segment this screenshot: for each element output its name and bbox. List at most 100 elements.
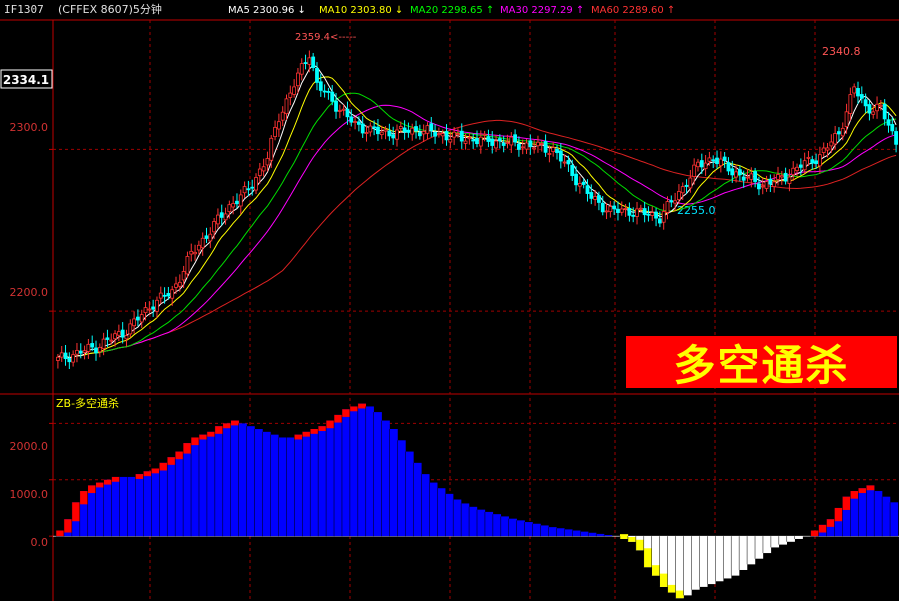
candle-body	[856, 88, 860, 97]
candle-body	[665, 201, 670, 213]
candle-body	[688, 177, 693, 189]
indicator-bar-edge	[341, 409, 351, 417]
candle-body	[334, 100, 338, 112]
high-annotation-right: 2340.8	[822, 45, 861, 58]
ma-legend: MA5 2300.96 ↓ MA10 2303.80 ↓ MA20 2298.65 …	[228, 5, 675, 16]
candle-body	[341, 108, 346, 111]
indicator-bar-edge	[635, 539, 645, 551]
candle-body	[543, 141, 548, 153]
indicator-bar	[667, 536, 676, 593]
candle-body	[505, 142, 510, 144]
candle-body	[265, 158, 270, 166]
candle-body	[299, 63, 304, 75]
candle-body	[608, 206, 613, 212]
indicator-bar-edge	[643, 548, 652, 568]
indicator-bar	[778, 536, 787, 545]
candle-body	[490, 138, 495, 146]
indicator-bar-edge	[834, 507, 843, 522]
indicator-bar-edge	[183, 443, 192, 454]
indicator-bar	[548, 527, 557, 537]
indicator-bar-edge	[326, 420, 335, 429]
indicator-bar	[103, 479, 112, 537]
candle-body	[421, 131, 426, 135]
indicator-bar	[604, 535, 613, 537]
candle-body	[456, 133, 460, 135]
indicator-bar	[739, 536, 748, 570]
candle-body	[882, 103, 887, 120]
indicator-bar-edge	[95, 482, 104, 488]
candle-body	[787, 176, 792, 184]
candle-body	[303, 62, 308, 64]
candle-body	[829, 141, 834, 147]
indicator-bar	[95, 482, 104, 537]
candle-body	[440, 133, 445, 137]
indicator-bar	[318, 426, 327, 537]
candle-body	[875, 103, 879, 112]
indicator-bar-edge	[349, 406, 359, 412]
candle-body	[734, 171, 738, 178]
indicator-bar	[445, 493, 454, 537]
candle-body	[642, 208, 647, 216]
candle-body	[292, 86, 297, 95]
candle-body	[494, 140, 498, 149]
candle-body	[654, 211, 658, 219]
candle-body	[619, 208, 624, 213]
candle-body	[204, 235, 209, 239]
candle-body	[414, 126, 418, 132]
candle-body	[372, 126, 377, 129]
indicator-bar	[707, 536, 716, 585]
candle-body	[612, 205, 617, 210]
candle-body	[878, 104, 883, 107]
candle-body	[444, 131, 449, 141]
indicator-bar	[524, 522, 533, 537]
candle-body	[113, 333, 117, 340]
candle-body	[539, 143, 544, 145]
indicator-bar	[731, 536, 740, 576]
indicator-bar-edge	[87, 485, 96, 494]
indicator-bar-edge	[198, 434, 208, 440]
candle-body	[101, 338, 106, 350]
indicator-bar	[556, 528, 565, 537]
indicator-bar	[890, 502, 899, 537]
candle-body	[322, 90, 327, 93]
indicator-bar	[111, 476, 120, 537]
candle-body	[631, 214, 636, 217]
candle-body	[349, 116, 354, 123]
indicator-bar	[341, 409, 351, 537]
ma-legend-item: MA20 2298.65 ↑	[410, 5, 494, 16]
indicator-bar-edge	[63, 519, 73, 533]
candle-body	[635, 208, 639, 217]
candle-body	[471, 139, 476, 142]
candle-body	[593, 196, 598, 200]
chart-canvas[interactable]: IF1307 (CFFEX 8607)5分钟 MA5 2300.96 ↓ MA10…	[0, 0, 899, 601]
candle-body	[597, 195, 601, 203]
candle-body	[520, 146, 525, 149]
strategy-banner: 多空通杀	[626, 336, 897, 390]
candle-body	[94, 347, 98, 354]
candle-body	[128, 323, 133, 335]
candle-body	[193, 251, 197, 255]
candle-body	[383, 129, 388, 132]
candle-body	[646, 213, 651, 216]
indicator-bar-edge	[71, 502, 81, 522]
candle-body	[326, 91, 331, 93]
indicator-bar	[206, 431, 216, 537]
candle-body	[82, 350, 87, 353]
candle-body	[677, 191, 681, 201]
candle-body	[231, 203, 236, 208]
indicator-bar-edge	[206, 431, 216, 437]
candle-body	[132, 318, 137, 327]
indicator-bar-edge	[167, 457, 176, 465]
candle-body	[67, 357, 72, 363]
indicator-bar	[167, 457, 176, 537]
candle-body	[501, 142, 506, 146]
indicator-bar	[770, 536, 780, 548]
candle-body	[337, 109, 342, 112]
candle-body	[749, 173, 754, 180]
candle-body	[71, 354, 76, 363]
indicator-bar-edge	[334, 414, 343, 423]
candle-body	[136, 316, 140, 321]
candle-body	[707, 157, 712, 162]
indicator-bar-edge	[151, 468, 160, 474]
indicator-bar	[683, 536, 692, 596]
